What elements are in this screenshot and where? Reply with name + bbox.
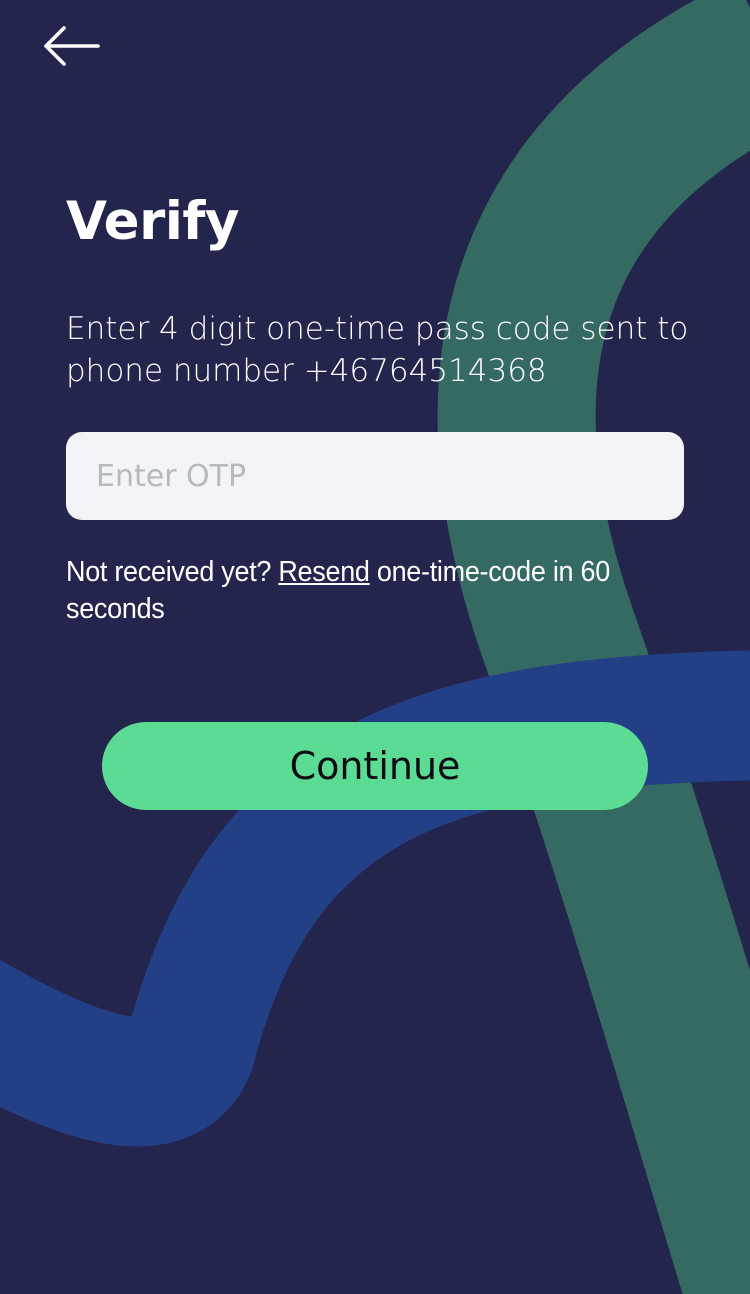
page-title: Verify [66,191,239,252]
otp-instructions: Enter 4 digit one-time pass code sent to… [66,311,689,389]
back-button[interactable] [40,16,120,76]
arrow-left-icon [40,24,102,68]
otp-input[interactable] [66,432,684,520]
verify-screen: Verify Enter 4 digit one-time pass code … [0,0,750,1294]
resend-link[interactable]: Resend [278,556,370,588]
continue-button[interactable]: Continue [102,722,648,810]
resend-prefix: Not received yet? [66,556,279,588]
resend-notice: Not received yet? Resend one-time-code i… [66,554,661,628]
